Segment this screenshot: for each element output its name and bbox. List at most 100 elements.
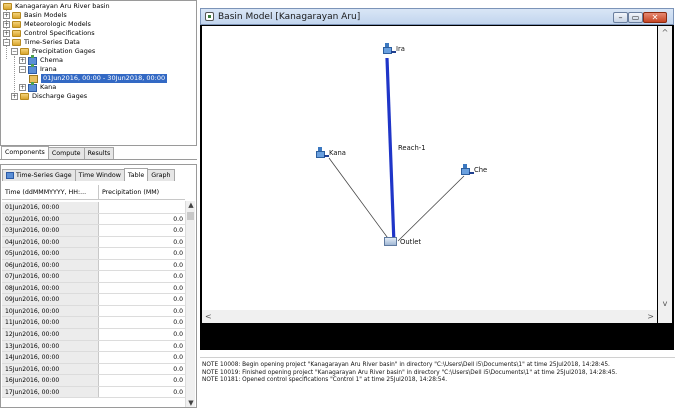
- tab-graph[interactable]: Graph: [147, 169, 175, 181]
- tab-table[interactable]: Table: [123, 168, 149, 181]
- table-body: 01Jun2016, 00:00 02Jun2016, 00:00 0.0 03Jun…: [2, 202, 185, 399]
- table-row[interactable]: 09Jun2016, 00:00 0.0: [2, 294, 185, 306]
- tree-item-gage-chema[interactable]: + Chema: [19, 54, 63, 65]
- table-row[interactable]: 08Jun2016, 00:00 0.0: [2, 282, 185, 295]
- cell-time: 17Jun2016, 00:00: [2, 386, 99, 398]
- tab-compute[interactable]: Compute: [47, 147, 85, 159]
- folder-icon: [20, 93, 29, 100]
- table-row[interactable]: 03Jun2016, 00:00 0.0: [2, 225, 185, 237]
- scroll-down-icon[interactable]: ▼: [186, 399, 196, 407]
- basin-window-titlebar[interactable]: Basin Model [Kanagarayan Aru] – ▭ ✕: [200, 8, 674, 25]
- table-row[interactable]: 16Jun2016, 00:00 0.0: [2, 375, 185, 387]
- cell-precipitation[interactable]: [99, 202, 185, 213]
- message-line: NOTE 10019: Finished opening project "Ka…: [202, 369, 618, 376]
- table-row[interactable]: 04Jun2016, 00:00 0.0: [2, 236, 185, 249]
- cell-precipitation[interactable]: 0.0: [99, 214, 185, 225]
- subbasin-icon: [382, 43, 396, 55]
- tree-item-gage-irana[interactable]: − Irana: [19, 63, 57, 74]
- table-row[interactable]: 07Jun2016, 00:00 0.0: [2, 271, 185, 283]
- cell-precipitation[interactable]: 0.0: [99, 364, 185, 375]
- component-tabs: Components Compute Results: [0, 146, 197, 160]
- subbasin-kana[interactable]: Kana: [315, 147, 346, 159]
- table-scrollbar[interactable]: ▲ ▼: [185, 201, 195, 407]
- cell-precipitation[interactable]: 0.0: [99, 387, 185, 398]
- table-row[interactable]: 10Jun2016, 00:00 0.0: [2, 305, 185, 318]
- tree-item-meteorologic-models[interactable]: + Meteorologic Models: [3, 20, 91, 29]
- scroll-right-icon[interactable]: >: [647, 310, 654, 323]
- cell-precipitation[interactable]: 0.0: [99, 248, 185, 259]
- message-line: NOTE 10181: Opened control specification…: [202, 377, 448, 384]
- subbasin-ira[interactable]: Ira: [382, 43, 405, 55]
- subbasin-che[interactable]: Che: [460, 164, 487, 176]
- cell-precipitation[interactable]: 0.0: [99, 260, 185, 271]
- collapse-icon[interactable]: −: [11, 48, 18, 55]
- expand-icon[interactable]: +: [19, 57, 26, 64]
- expand-icon[interactable]: +: [19, 84, 26, 91]
- basin-connections: [328, 57, 465, 245]
- folder-icon: [12, 21, 21, 28]
- table-row[interactable]: 13Jun2016, 00:00 0.0: [2, 340, 185, 353]
- tree-item-project[interactable]: Kanagarayan Aru River basin: [3, 2, 110, 11]
- tab-time-series-gage[interactable]: Time-Series Gage: [2, 169, 76, 181]
- cell-precipitation[interactable]: 0.0: [99, 375, 185, 386]
- table-row[interactable]: 17Jun2016, 00:00 0.0: [2, 386, 185, 399]
- tree-item-precipitation-gages[interactable]: − Precipitation Gages: [11, 47, 95, 56]
- cell-precipitation[interactable]: 0.0: [99, 329, 185, 340]
- scroll-thumb[interactable]: [187, 212, 194, 220]
- maximize-button[interactable]: ▭: [628, 12, 643, 23]
- cell-precipitation[interactable]: 0.0: [99, 283, 185, 294]
- expand-icon[interactable]: +: [3, 21, 10, 28]
- tab-results[interactable]: Results: [83, 147, 115, 159]
- table-row[interactable]: 05Jun2016, 00:00 0.0: [2, 248, 185, 260]
- cell-time: 14Jun2016, 00:00: [2, 352, 99, 363]
- collapse-icon[interactable]: −: [3, 39, 10, 46]
- minimize-button[interactable]: –: [613, 12, 628, 23]
- table-row[interactable]: 06Jun2016, 00:00 0.0: [2, 259, 185, 272]
- scroll-up-icon[interactable]: ▲: [186, 201, 196, 209]
- tab-time-window[interactable]: Time Window: [74, 169, 125, 181]
- tab-components[interactable]: Components: [1, 146, 49, 159]
- reach-1-line[interactable]: [385, 57, 396, 245]
- junction-outlet[interactable]: Outlet: [384, 237, 421, 246]
- tree-item-time-window[interactable]: 01Jun2016, 00:00 - 30Jun2018, 00:00: [29, 74, 168, 83]
- scroll-up-icon[interactable]: ^: [658, 28, 672, 37]
- cell-precipitation[interactable]: 0.0: [99, 317, 185, 328]
- expand-icon[interactable]: +: [3, 12, 10, 19]
- tree-item-gage-kana[interactable]: + Kana: [19, 81, 56, 92]
- basin-model-window: Basin Model [Kanagarayan Aru] – ▭ ✕ Ira …: [200, 8, 674, 350]
- cell-precipitation[interactable]: 0.0: [99, 271, 185, 282]
- cell-precipitation[interactable]: 0.0: [99, 341, 185, 352]
- close-button[interactable]: ✕: [643, 12, 667, 23]
- basin-map-canvas[interactable]: Ira Kana Che Outlet Reach-1: [202, 26, 657, 310]
- tree-item-basin-models[interactable]: + Basin Models: [3, 11, 67, 20]
- collapse-icon[interactable]: −: [19, 66, 26, 73]
- expand-icon[interactable]: +: [3, 30, 10, 37]
- scroll-left-icon[interactable]: <: [205, 310, 212, 323]
- folder-icon: [20, 48, 29, 55]
- time-series-table-panel: Time-Series Gage Time Window Table Graph…: [0, 164, 197, 408]
- tree-item-discharge-gages[interactable]: + Discharge Gages: [11, 92, 87, 101]
- expand-icon[interactable]: +: [11, 93, 18, 100]
- tree-item-control-specifications[interactable]: + Control Specifications: [3, 29, 95, 38]
- canvas-horizontal-scrollbar[interactable]: < >: [202, 310, 657, 323]
- column-header-precipitation[interactable]: Precipitation (MM): [99, 185, 185, 199]
- table-row[interactable]: 14Jun2016, 00:00 0.0: [2, 352, 185, 364]
- table-row[interactable]: 15Jun2016, 00:00 0.0: [2, 363, 185, 376]
- cell-precipitation[interactable]: 0.0: [99, 352, 185, 363]
- cell-precipitation[interactable]: 0.0: [99, 237, 185, 248]
- cell-precipitation[interactable]: 0.0: [99, 294, 185, 305]
- table-row[interactable]: 11Jun2016, 00:00 0.0: [2, 317, 185, 330]
- cell-time: 11Jun2016, 00:00: [2, 317, 99, 329]
- tree-item-time-series-data[interactable]: − Time-Series Data: [3, 38, 80, 47]
- cell-precipitation[interactable]: 0.0: [99, 225, 185, 236]
- scroll-down-icon[interactable]: v: [658, 299, 672, 308]
- column-header-time[interactable]: Time (ddMMMYYYY, HH:...: [2, 185, 99, 199]
- table-row[interactable]: 02Jun2016, 00:00 0.0: [2, 213, 185, 226]
- cell-time: 02Jun2016, 00:00: [2, 213, 99, 225]
- table-row[interactable]: 01Jun2016, 00:00: [2, 202, 185, 214]
- table-row[interactable]: 12Jun2016, 00:00 0.0: [2, 329, 185, 341]
- cell-time: 15Jun2016, 00:00: [2, 363, 99, 375]
- canvas-vertical-scrollbar[interactable]: ^ v: [658, 26, 672, 310]
- cell-precipitation[interactable]: 0.0: [99, 306, 185, 317]
- cell-time: 03Jun2016, 00:00: [2, 225, 99, 236]
